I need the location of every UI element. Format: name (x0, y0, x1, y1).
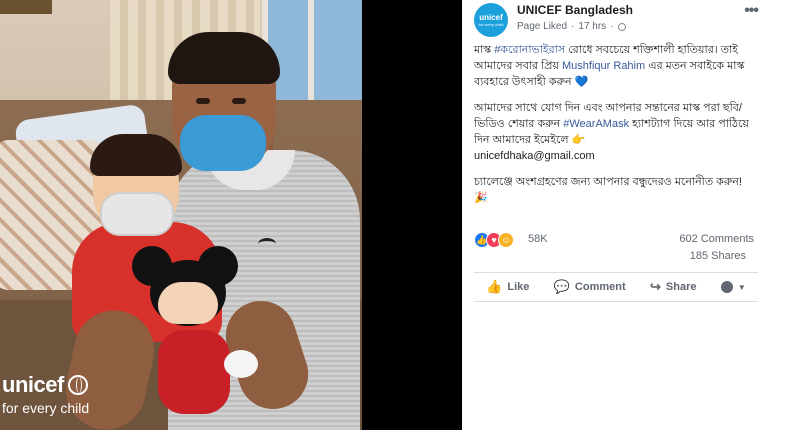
comment-button[interactable]: 💬 Comment (554, 279, 626, 295)
thumbs-up-icon: 👍 (486, 279, 503, 294)
public-globe-icon (617, 22, 626, 31)
like-label: Like (507, 281, 530, 293)
reactions-bar: 👍 ♥ ☺ 58K 602 Comments 185 Shares (474, 230, 758, 266)
avatar-tagline: for every child (478, 21, 504, 27)
post-panel: unicef for every child UNICEF Bangladesh… (462, 0, 772, 430)
page-liked-status: Page Liked (517, 21, 568, 32)
post-paragraph: মাস্ক #করোনাভাইরাস রোধে সবচেয়ে শক্তিশাল… (474, 42, 756, 90)
hashtag-link[interactable]: #করোনাভাইরাস (494, 44, 565, 56)
more-options-icon[interactable]: ••• (744, 2, 759, 20)
blue-face-mask (180, 115, 266, 171)
meta-separator: · (571, 21, 575, 32)
text-segment: চ্যালেঞ্জে অংশগ্রহণের জন্য আপনার বন্ধুদে… (474, 176, 742, 188)
child-face-mask (100, 192, 174, 236)
viewer-background (362, 0, 462, 430)
post-header: unicef for every child UNICEF Bangladesh… (474, 0, 772, 38)
post-photo[interactable]: unicef for every child (0, 0, 362, 430)
post-time[interactable]: 17 hrs (578, 21, 606, 32)
pointing-hand-icon: 👉 (571, 134, 586, 146)
shirt-logo-icon (258, 238, 276, 250)
post-text: মাস্ক #করোনাভাইরাস রোধে সবচেয়ে শক্তিশাল… (474, 42, 772, 206)
man-eye (232, 98, 246, 104)
page-avatar[interactable]: unicef for every child (474, 3, 508, 37)
unicef-logo: unicef (2, 372, 89, 398)
unicef-logo-text: unicef (2, 372, 64, 397)
window (262, 0, 362, 110)
man-eye (196, 98, 210, 104)
text-segment: মাস্ক (474, 44, 495, 56)
blue-heart-icon: 💙 (574, 76, 589, 88)
plush-toy-hand (224, 350, 258, 378)
right-margin (772, 0, 792, 430)
audience-icon (720, 281, 733, 293)
share-label: Share (665, 281, 697, 293)
child-hair (90, 134, 182, 176)
wall-frame (0, 0, 52, 14)
post-meta: Page Liked · 17 hrs · (517, 21, 633, 32)
meta-separator: · (610, 21, 614, 32)
reactions-count[interactable]: 58K (528, 233, 548, 245)
like-button[interactable]: 👍 Like (486, 279, 529, 295)
comments-count[interactable]: 602 Comments (679, 233, 754, 245)
comment-label: Comment (574, 281, 626, 293)
reaction-icons[interactable]: 👍 ♥ ☺ (474, 232, 514, 248)
unicef-tagline: for every child (2, 400, 90, 416)
hashtag-link[interactable]: #WearAMask (563, 118, 629, 130)
avatar-logo-text: unicef (479, 12, 503, 22)
post-paragraph: আমাদের সাথে যোগ দিন এবং আপনার সন্তানের ম… (474, 100, 756, 164)
post-action-bar: 👍 Like 💬 Comment ↪ Share ▼ (474, 272, 758, 302)
shares-count[interactable]: 185 Shares (690, 250, 746, 262)
care-reaction-icon: ☺ (498, 232, 514, 248)
plush-toy-body (158, 330, 230, 414)
page-name-link[interactable]: UNICEF Bangladesh (517, 3, 633, 17)
speech-bubble-icon: 💬 (553, 279, 570, 294)
share-button[interactable]: ↪ Share (650, 279, 696, 295)
man-hair (168, 32, 280, 84)
header-text: UNICEF Bangladesh Page Liked · 17 hrs · (517, 3, 633, 32)
email-text: unicefdhaka@gmail.com (474, 150, 595, 162)
unicef-watermark: unicef for every child (2, 372, 89, 416)
caret-down-icon: ▼ (737, 282, 746, 292)
party-popper-icon: 🎉 (474, 192, 488, 204)
globe-icon (67, 375, 88, 395)
share-arrow-icon: ↪ (650, 279, 661, 294)
post-paragraph: চ্যালেঞ্জে অংশগ্রহণের জন্য আপনার বন্ধুদে… (474, 174, 756, 206)
audience-selector[interactable]: ▼ (720, 281, 746, 293)
mention-link[interactable]: Mushfiqur Rahim (562, 60, 645, 72)
plush-toy-face (158, 282, 218, 324)
